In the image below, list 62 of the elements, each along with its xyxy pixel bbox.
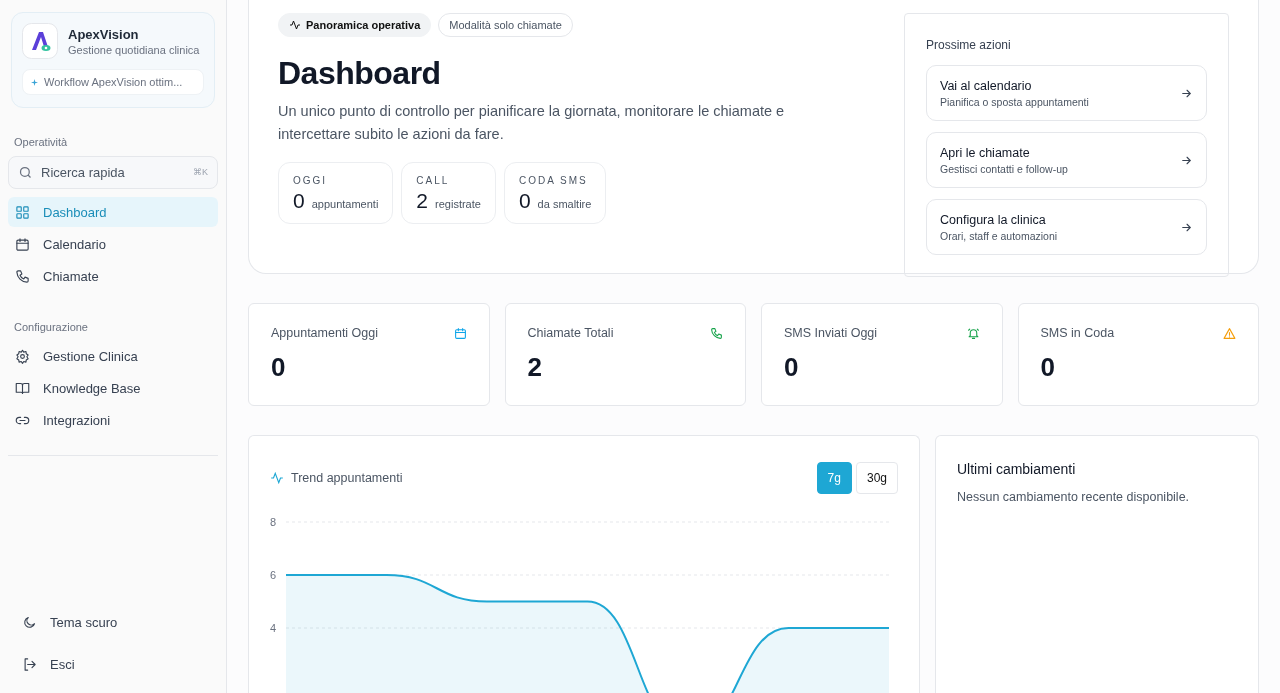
action-link[interactable]: Vai al calendario Pianifica o sposta appuntamenti [926, 65, 1207, 121]
stat-value: 0 [784, 352, 800, 383]
search-icon [18, 165, 33, 180]
stat-label: SMS in Coda [1040, 326, 1115, 340]
pulse-icon [270, 471, 284, 485]
pulse-icon [289, 19, 301, 31]
brand-name: ApexVision [68, 26, 140, 42]
stat-value: 2 [527, 352, 543, 383]
mini-stat-caption: da smaltire [537, 198, 592, 210]
sparkle-icon [31, 78, 38, 86]
tab[interactable]: Panoramica operativa [278, 13, 432, 37]
nav-item[interactable]: Chiamate [8, 261, 218, 291]
tab[interactable]: Modalità solo chiamate [438, 13, 573, 37]
bell-icon [966, 326, 980, 340]
nav-item[interactable]: Knowledge Base [8, 373, 218, 403]
footer-item[interactable]: Tema scuro [8, 601, 218, 643]
stat-value: 0 [271, 352, 287, 383]
nav-icon [15, 380, 30, 396]
mini-stat-label: CODA SMS [518, 175, 589, 186]
stat-label: Appuntamenti Oggi [271, 326, 378, 340]
mini-stat-label: OGGI [293, 175, 329, 186]
axis-tick-label: 6 [269, 569, 276, 581]
nav-item[interactable]: Integrazioni [8, 405, 218, 435]
nav-item[interactable]: Calendario [8, 229, 218, 259]
nav-item[interactable]: Gestione Clinica [8, 341, 218, 371]
mini-stat-caption: appuntamenti [311, 198, 379, 210]
page-description: Un unico punto di controllo per pianificare la giornata, monitorare le chiamate e intercettare subito le azioni da fare. [278, 102, 786, 144]
mini-stat-value: 0 [518, 189, 531, 213]
mini-stat-label: CALL [416, 175, 451, 186]
logo-icon [22, 23, 58, 59]
section-title: Operatività [14, 136, 69, 148]
axis-tick-label: 4 [269, 622, 276, 634]
nav-icon [15, 236, 30, 252]
mini-stat-value: 0 [293, 189, 305, 213]
action-link[interactable]: Configura la clinica Orari, staff e automazioni [926, 199, 1207, 255]
nav-icon [15, 348, 30, 364]
mini-stat-caption: registrate [435, 198, 481, 210]
mini-stat-value: 2 [416, 189, 429, 213]
card-title: Ultimi cambiamenti [957, 461, 1077, 477]
warning-icon [1223, 326, 1236, 340]
calendar-icon [453, 326, 467, 340]
stat-label: Chiamate Totali [527, 326, 614, 340]
phone-icon [710, 326, 723, 340]
chart-title: Trend appuntamenti [291, 471, 403, 485]
nav-icon [15, 268, 30, 284]
logout-icon [22, 656, 37, 672]
shortcut-hint: ⌘K [193, 167, 208, 177]
nav-icon [15, 204, 30, 220]
empty-message: Nessun cambiamento recente disponibile. [957, 490, 1191, 504]
axis-tick-label: 8 [269, 516, 276, 528]
brand-subtitle: Gestione quotidiana clinica [68, 43, 200, 56]
stat-value: 0 [1040, 352, 1056, 383]
range-toggle[interactable]: 30g [855, 462, 898, 494]
workflow-pill[interactable]: Workflow ApexVision ottim... [22, 69, 204, 95]
panel-title: Prossime azioni [926, 38, 1012, 52]
moon-icon [22, 614, 37, 630]
stat-label: SMS Inviati Oggi [784, 326, 878, 340]
footer-item[interactable]: Esci [8, 643, 218, 685]
nav-item[interactable]: Dashboard [8, 197, 218, 227]
action-link[interactable]: Apri le chiamate Gestisci contatti e follow-up [926, 132, 1207, 188]
page-title: Dashboard [278, 55, 442, 92]
section-title: Configurazione [14, 321, 89, 333]
